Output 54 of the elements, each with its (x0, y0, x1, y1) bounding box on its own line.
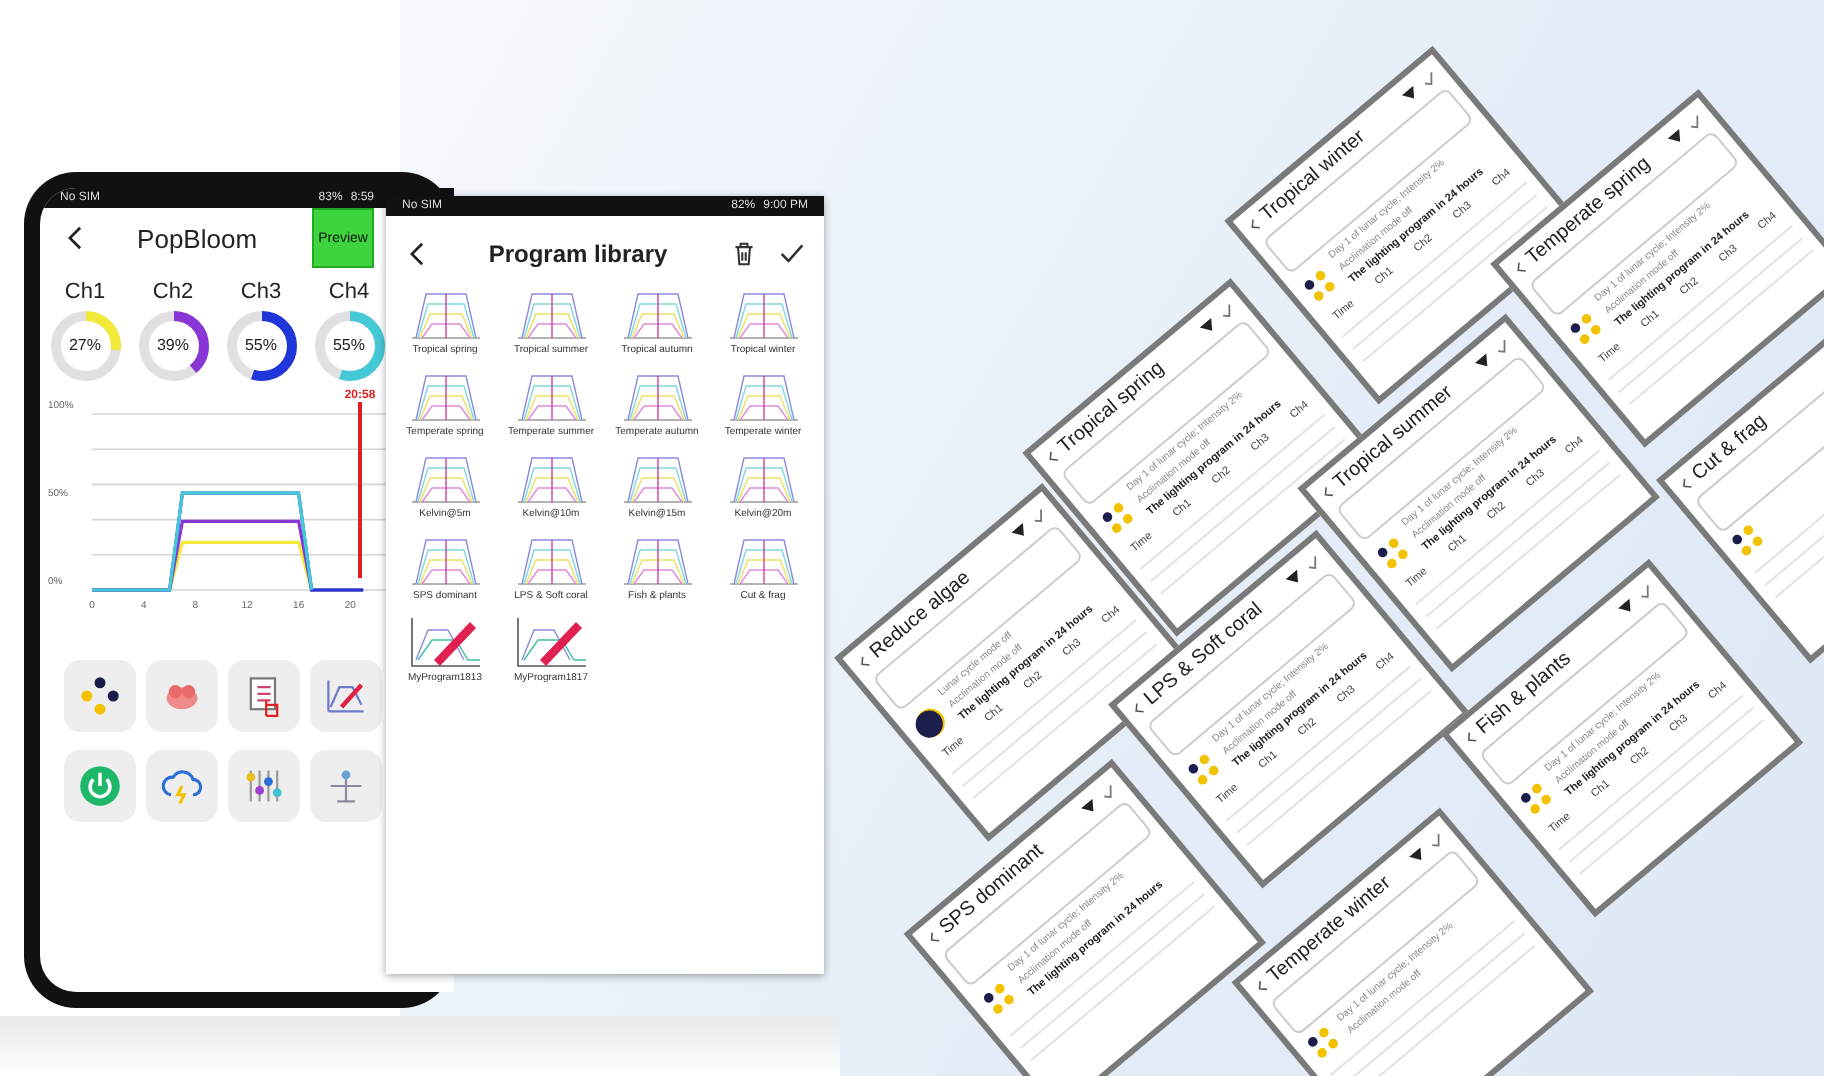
back-icon[interactable] (1512, 260, 1528, 277)
curve-thumbnail-icon (621, 370, 693, 422)
curve-thumbnail-icon (515, 288, 587, 340)
curve-thumbnail-icon (621, 288, 693, 340)
curve-thumbnail-icon (409, 288, 481, 340)
back-icon[interactable] (1463, 730, 1479, 747)
trash-icon[interactable] (732, 242, 756, 266)
dots-tool-button[interactable] (64, 660, 136, 732)
curve-thumbnail-icon (727, 534, 799, 586)
coral-tool-button[interactable] (146, 660, 218, 732)
sliders-tool-button[interactable] (228, 750, 300, 822)
channel-percent: 27% (66, 336, 103, 354)
cloud-lightning-icon (160, 764, 204, 808)
back-icon[interactable] (1678, 476, 1694, 493)
power-icon (78, 764, 122, 808)
power-tool-button[interactable] (64, 750, 136, 822)
pencil-curve-icon (515, 616, 587, 668)
list-tool-button[interactable] (228, 660, 300, 732)
back-icon[interactable] (856, 654, 872, 671)
curve-thumbnail-icon (621, 534, 693, 586)
curve-thumbnail-icon (727, 370, 799, 422)
back-icon[interactable] (410, 242, 424, 266)
channel-percent: 55% (330, 336, 367, 354)
back-icon[interactable] (1044, 449, 1060, 466)
back-icon[interactable] (68, 226, 82, 250)
screen-title: Program library (486, 240, 670, 268)
card-title: Cut & frag (1688, 410, 1772, 486)
channel-label: Ch1 (64, 280, 106, 304)
check-icon[interactable] (780, 242, 804, 266)
curve-thumbnail-icon (515, 534, 587, 586)
back-icon[interactable] (1254, 979, 1270, 995)
app-title: PopBloom (135, 223, 260, 253)
storm-tool-button[interactable] (146, 750, 218, 822)
back-icon[interactable] (926, 930, 942, 947)
back-icon[interactable] (1319, 485, 1336, 501)
curve-thumbnail-icon (515, 452, 587, 504)
channel-label: Ch3 (240, 280, 282, 304)
curve-thumbnail-icon (621, 452, 693, 504)
back-icon[interactable] (1130, 701, 1146, 718)
channel-percent: 55% (242, 336, 279, 354)
back-icon[interactable] (1246, 217, 1262, 234)
curve-thumbnail-icon (409, 534, 481, 586)
channel-percent: 39% (154, 336, 191, 354)
curve-thumbnail-icon (409, 370, 481, 422)
channel-label: Ch2 (152, 280, 194, 304)
curve-thumbnail-icon (409, 452, 481, 504)
graph-tool-button[interactable] (310, 660, 382, 732)
channel-label: Ch4 (328, 280, 370, 304)
curve-thumbnail-icon (515, 370, 587, 422)
curve-thumbnail-icon (727, 452, 799, 504)
dots-icon (78, 674, 122, 718)
pencil-curve-icon (409, 616, 481, 668)
scale-tool-button[interactable] (310, 750, 382, 822)
curve-thumbnail-icon (727, 288, 799, 340)
